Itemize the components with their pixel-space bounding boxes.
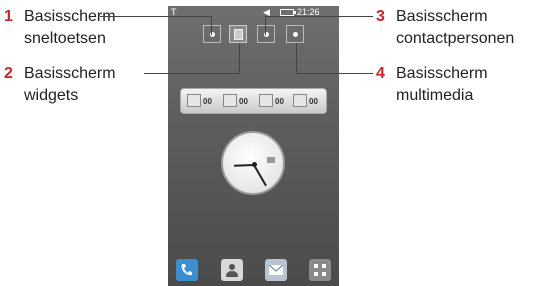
leader-line-1 — [100, 16, 212, 17]
leader-line-2 — [144, 73, 240, 74]
notification-count: 00 — [203, 97, 212, 106]
voicemail-icon — [259, 94, 273, 107]
phone-icon — [181, 264, 192, 276]
callout-multimedia: 4 Basisscherm multimedia — [376, 63, 540, 107]
leader-line-4 — [296, 73, 373, 74]
menu-icon — [314, 264, 326, 276]
callout-subtitle: widgets — [24, 87, 79, 104]
messaging-button[interactable] — [265, 259, 287, 281]
minute-hand — [253, 164, 267, 187]
call-log-icon — [187, 94, 201, 107]
phone-home-screen: Ƭ ◀ 21:26 00 00 00 00 — [168, 6, 339, 286]
callout-title: Basisscherm — [24, 65, 116, 82]
notification-count: 00 — [239, 97, 248, 106]
clock-center — [252, 162, 257, 167]
callout-number: 3 — [376, 8, 385, 25]
notification-widget[interactable]: 00 00 00 00 — [180, 88, 327, 114]
callout-subtitle: multimedia — [396, 87, 474, 104]
home-page-widgets[interactable] — [229, 25, 247, 43]
leader-line-1-drop — [211, 16, 212, 35]
callout-title: Basisscherm — [396, 65, 488, 82]
home-page-contacts[interactable] — [257, 25, 275, 43]
menu-button[interactable] — [309, 259, 331, 281]
leader-line-4-rise — [296, 43, 297, 74]
phone-button[interactable] — [176, 259, 198, 281]
leader-line-2-rise — [239, 43, 240, 74]
widget-icon — [234, 29, 243, 40]
callout-widgets: 2 Basisscherm widgets — [4, 63, 134, 107]
email-icon — [293, 94, 307, 107]
contacts-icon — [226, 264, 238, 277]
callout-subtitle: contactpersonen — [396, 30, 515, 47]
callout-shortcuts: 1 Basisscherm sneltoetsen — [4, 6, 134, 50]
home-page-shortcuts[interactable] — [203, 25, 221, 43]
callout-number: 1 — [4, 8, 13, 25]
status-bar: Ƭ ◀ 21:26 — [168, 6, 339, 20]
notification-count: 00 — [309, 97, 318, 106]
messaging-icon — [268, 264, 284, 275]
analog-clock-widget[interactable] — [221, 131, 285, 195]
message-icon — [223, 94, 237, 107]
leader-line-3-drop — [265, 16, 266, 35]
callout-contacts: 3 Basisscherm contactpersonen — [376, 6, 540, 50]
dock — [168, 256, 339, 286]
callout-number: 2 — [4, 65, 13, 82]
home-page-multimedia[interactable] — [286, 25, 304, 43]
callout-subtitle: sneltoetsen — [24, 30, 106, 47]
leader-line-3 — [265, 16, 373, 17]
callout-title: Basisscherm — [396, 8, 488, 25]
contacts-button[interactable] — [221, 259, 243, 281]
callout-number: 4 — [376, 65, 385, 82]
battery-icon — [280, 9, 296, 16]
callout-title: Basisscherm — [24, 8, 116, 25]
alarm-flag-icon — [267, 157, 275, 163]
notification-count: 00 — [275, 97, 284, 106]
